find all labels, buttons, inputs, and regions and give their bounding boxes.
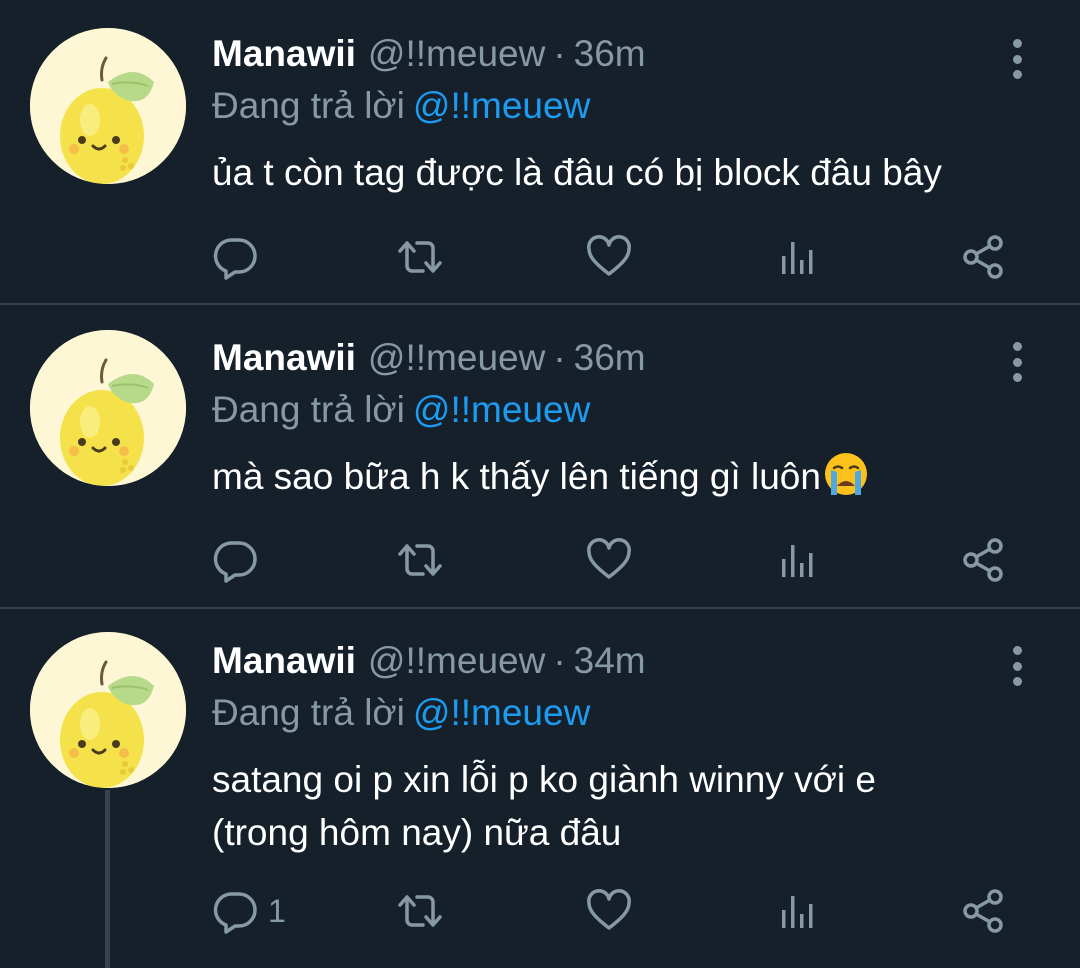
reply-button[interactable]: 1: [212, 885, 286, 937]
retweet-button[interactable]: [397, 231, 443, 283]
crying-face-emoji: [824, 453, 867, 495]
tweet-text: mà sao bữa h k thấy lên tiếng gì luôn: [212, 450, 1052, 503]
tweet-feed: Manawii @!!meuew · 36m Đang trả lời @!!me…: [0, 0, 1080, 968]
tweet-header: Manawii @!!meuew · 36m: [212, 33, 646, 77]
avatar[interactable]: [30, 28, 186, 184]
reply-button[interactable]: [212, 534, 258, 586]
separator: ·: [553, 337, 566, 378]
retweet-icon: [397, 888, 443, 934]
analytics-icon: [773, 234, 819, 280]
reply-icon: [212, 537, 258, 583]
analytics-button[interactable]: [773, 231, 819, 283]
action-bar: 1: [212, 885, 1012, 937]
more-options-icon[interactable]: [1002, 37, 1032, 81]
reply-icon: [212, 234, 258, 280]
reply-count: 1: [268, 892, 286, 929]
mention-link[interactable]: @!!meuew: [413, 692, 590, 733]
share-icon: [960, 537, 1006, 583]
tweet[interactable]: Manawii @!!meuew · 36m Đang trả lời @!!me…: [0, 305, 1080, 609]
tweet[interactable]: Manawii @!!meuew · 36m Đang trả lời @!!me…: [0, 0, 1080, 305]
display-name[interactable]: Manawii: [212, 640, 356, 682]
share-button[interactable]: [960, 534, 1006, 586]
separator: ·: [553, 640, 566, 681]
action-bar: [212, 231, 1012, 283]
tweet-header: Manawii @!!meuew · 34m: [212, 640, 646, 684]
user-handle[interactable]: @!!meuew: [368, 33, 545, 75]
reply-button[interactable]: [212, 231, 258, 283]
separator: ·: [553, 33, 566, 74]
like-icon: [586, 537, 632, 583]
more-options-icon[interactable]: [1002, 644, 1032, 688]
retweet-button[interactable]: [397, 885, 443, 937]
analytics-icon: [773, 888, 819, 934]
user-handle[interactable]: @!!meuew: [368, 640, 545, 682]
tweet-header: Manawii @!!meuew · 36m: [212, 337, 646, 381]
share-button[interactable]: [960, 885, 1006, 937]
display-name[interactable]: Manawii: [212, 33, 356, 75]
share-icon: [960, 888, 1006, 934]
mention-link[interactable]: @!!meuew: [413, 389, 590, 430]
avatar[interactable]: [30, 632, 186, 788]
retweet-icon: [397, 537, 443, 583]
reply-prefix: Đang trả lời: [212, 692, 405, 733]
thread-connector-line: [105, 790, 110, 968]
share-button[interactable]: [960, 231, 1006, 283]
like-button[interactable]: [586, 534, 632, 586]
tweet-text: satang oi p xin lỗi p ko giành winny với…: [212, 753, 1052, 859]
reply-prefix: Đang trả lời: [212, 85, 405, 126]
tweet-text-content: mà sao bữa h k thấy lên tiếng gì luôn: [212, 456, 821, 497]
reply-context: Đang trả lời @!!meuew: [212, 85, 590, 127]
like-button[interactable]: [586, 885, 632, 937]
reply-icon: [212, 888, 258, 934]
like-icon: [586, 888, 632, 934]
lemon-avatar-icon: [30, 28, 186, 184]
analytics-icon: [773, 537, 819, 583]
tweet-text-line: (trong hôm nay) nữa đâu: [212, 812, 622, 853]
timestamp[interactable]: 36m: [574, 33, 646, 75]
lemon-avatar-icon: [30, 330, 186, 486]
like-icon: [586, 234, 632, 280]
analytics-button[interactable]: [773, 534, 819, 586]
tweet[interactable]: Manawii @!!meuew · 34m Đang trả lời @!!me…: [0, 609, 1080, 968]
timestamp[interactable]: 36m: [574, 337, 646, 379]
avatar[interactable]: [30, 330, 186, 486]
mention-link[interactable]: @!!meuew: [413, 85, 590, 126]
lemon-avatar-icon: [30, 632, 186, 788]
more-options-icon[interactable]: [1002, 340, 1032, 384]
retweet-button[interactable]: [397, 534, 443, 586]
user-handle[interactable]: @!!meuew: [368, 337, 545, 379]
tweet-text-line: satang oi p xin lỗi p ko giành winny với…: [212, 759, 876, 800]
analytics-button[interactable]: [773, 885, 819, 937]
reply-context: Đang trả lời @!!meuew: [212, 389, 590, 431]
reply-context: Đang trả lời @!!meuew: [212, 692, 590, 734]
like-button[interactable]: [586, 231, 632, 283]
timestamp[interactable]: 34m: [574, 640, 646, 682]
action-bar: [212, 534, 1012, 586]
reply-prefix: Đang trả lời: [212, 389, 405, 430]
share-icon: [960, 234, 1006, 280]
display-name[interactable]: Manawii: [212, 337, 356, 379]
tweet-text: ủa t còn tag được là đâu có bị block đâu…: [212, 152, 942, 193]
retweet-icon: [397, 234, 443, 280]
